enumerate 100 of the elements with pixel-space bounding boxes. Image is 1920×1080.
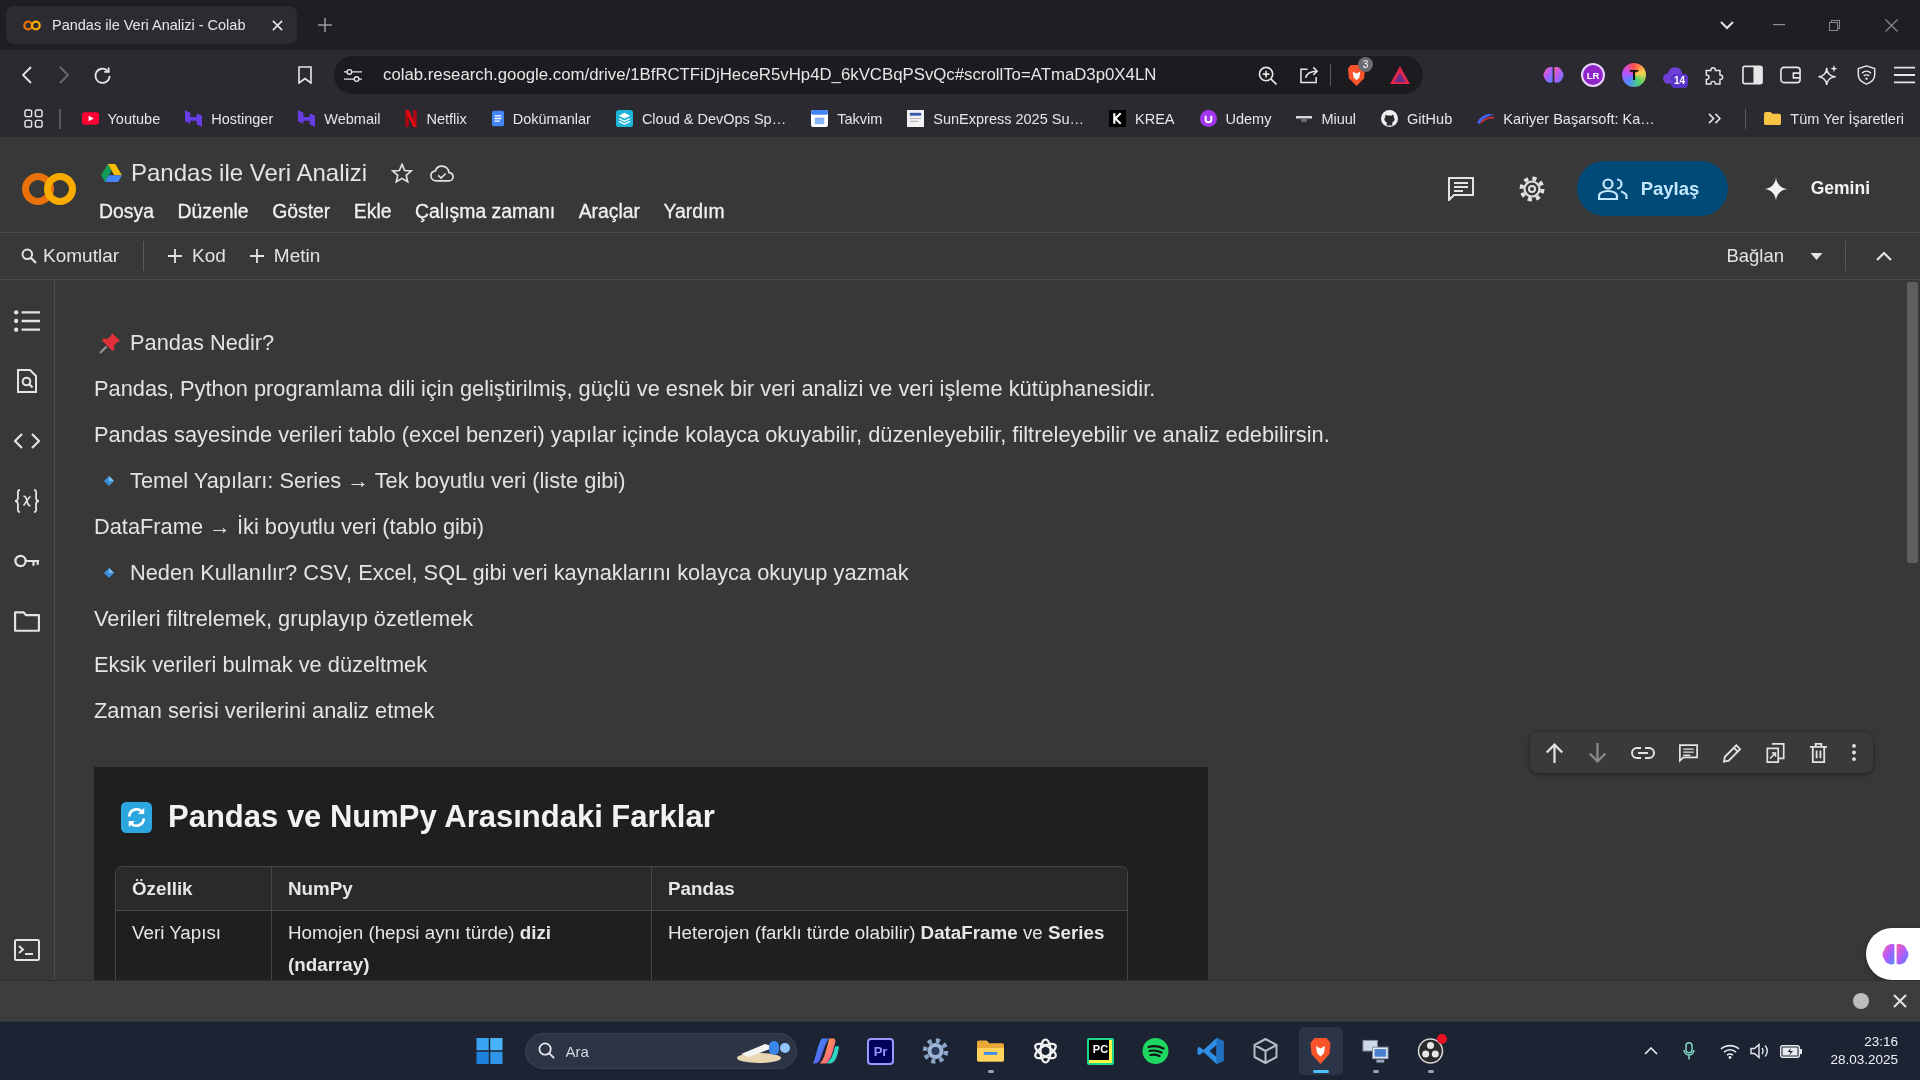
taskbar-app-button[interactable] bbox=[1298, 1027, 1343, 1075]
mirror-cell-icon[interactable] bbox=[1765, 742, 1785, 763]
bookmark-link[interactable]: Hostinger bbox=[185, 110, 274, 127]
chevron-up-icon[interactable] bbox=[1644, 1047, 1659, 1055]
star-icon[interactable] bbox=[391, 162, 414, 184]
bookmark-link[interactable]: Netflix bbox=[405, 110, 467, 127]
comment-icon[interactable] bbox=[1679, 742, 1699, 763]
shield-wifi-icon[interactable] bbox=[1856, 65, 1877, 85]
count-badge: 3 bbox=[1358, 56, 1373, 72]
people-icon bbox=[1597, 177, 1628, 200]
bookmark-link[interactable]: Youtube bbox=[81, 110, 161, 127]
pushpin-icon bbox=[99, 332, 121, 354]
share-icon[interactable] bbox=[1300, 66, 1319, 84]
zoom-in-icon[interactable] bbox=[1258, 65, 1277, 85]
notebook-title[interactable]: Pandas ile Veri Analizi bbox=[131, 159, 368, 187]
sparkle-icon bbox=[1763, 176, 1788, 201]
wallet-icon[interactable] bbox=[1780, 65, 1801, 85]
menu-item[interactable]: Göster bbox=[272, 199, 331, 223]
trash-icon[interactable] bbox=[1808, 742, 1828, 763]
gemini-button[interactable]: Gemini bbox=[1747, 161, 1886, 216]
add-text-button[interactable]: Metin bbox=[245, 241, 325, 271]
link-icon[interactable] bbox=[1631, 746, 1656, 759]
battery-charging-icon[interactable] bbox=[1780, 1044, 1803, 1058]
bookmark-link[interactable]: Udemy bbox=[1199, 110, 1272, 127]
document-search-icon[interactable] bbox=[14, 369, 40, 393]
bookmark-link[interactable]: KREA bbox=[1109, 110, 1175, 127]
waves-disc-icon bbox=[1142, 1038, 1169, 1064]
heading-text: Pandas Nedir? bbox=[130, 330, 275, 356]
floating-assistant-button[interactable] bbox=[1866, 928, 1920, 980]
bookmark-link[interactable]: Kariyer Başarsoft: Ka… bbox=[1477, 110, 1655, 127]
atom-icon bbox=[1032, 1038, 1059, 1064]
reload-icon[interactable] bbox=[93, 65, 112, 85]
brain-icon[interactable] bbox=[1543, 65, 1564, 85]
chevron-up-icon[interactable] bbox=[1876, 251, 1892, 261]
sidebar-icon[interactable] bbox=[1742, 65, 1763, 85]
commands-button[interactable]: Komutlar bbox=[17, 241, 124, 271]
microphone-icon[interactable] bbox=[1683, 1042, 1696, 1060]
brain-icon bbox=[1881, 942, 1909, 966]
scrollbar-thumb[interactable] bbox=[1907, 282, 1918, 563]
bookmark-link[interactable]: SunExpress 2025 Su… bbox=[907, 110, 1084, 127]
settings-icon[interactable] bbox=[1518, 175, 1545, 202]
minimize-icon[interactable] bbox=[1773, 24, 1785, 26]
caret-down-icon[interactable] bbox=[1810, 252, 1823, 260]
pencil-icon[interactable] bbox=[1722, 742, 1742, 763]
bookmark-link[interactable]: Dokümanlar bbox=[491, 110, 591, 127]
layers-icon bbox=[615, 110, 633, 127]
folder-icon[interactable] bbox=[14, 609, 40, 633]
cloud-icon[interactable] bbox=[430, 164, 455, 182]
cat-logo-icon bbox=[1381, 110, 1399, 127]
restore-icon[interactable] bbox=[1829, 19, 1840, 31]
address-field[interactable]: colab.research.google.com/drive/1BfRCTFiDjHeceR5vHp4D_6kVCBqPSvQc#scrollTo=ATmaD3p0X4LN bbox=[383, 65, 1258, 85]
menu-icon[interactable] bbox=[1894, 65, 1915, 85]
search-field[interactable]: Ara bbox=[524, 1033, 797, 1069]
comment-icon[interactable] bbox=[1447, 176, 1474, 201]
triangle-logo-icon[interactable] bbox=[1390, 66, 1410, 84]
taskbar-app-button[interactable]: PC bbox=[1078, 1027, 1123, 1075]
extension-button[interactable]: LR bbox=[1581, 63, 1605, 87]
close-icon[interactable] bbox=[1885, 18, 1898, 32]
variables-icon[interactable] bbox=[14, 489, 40, 513]
drive-triangle-icon[interactable] bbox=[101, 164, 122, 182]
clock-time[interactable]: 23:16 bbox=[1864, 1033, 1898, 1051]
bookmark-link[interactable]: Miuul bbox=[1296, 110, 1357, 127]
forward-icon[interactable] bbox=[59, 66, 69, 84]
browser-tab[interactable]: Pandas ile Veri Analizi - Colab bbox=[6, 6, 297, 44]
connect-button[interactable]: Bağlan bbox=[1722, 241, 1788, 271]
terminal-icon[interactable] bbox=[14, 938, 40, 962]
menu-item[interactable]: Düzenle bbox=[177, 199, 249, 223]
share-button[interactable]: Paylaş bbox=[1576, 161, 1728, 216]
rings-logo-icon[interactable] bbox=[21, 171, 77, 206]
back-icon[interactable] bbox=[22, 66, 32, 84]
speaker-icon[interactable] bbox=[1750, 1043, 1771, 1059]
bookmark-folder[interactable]: Tüm Yer İşaretleri bbox=[1764, 110, 1904, 127]
apps-grid-icon[interactable] bbox=[24, 109, 43, 128]
taskbar-app-button[interactable]: Pr bbox=[858, 1027, 903, 1075]
paragraph-text: Pandas, Python programlama dili için geliştirilmiş, güçlü ve esnek bir veri analizi ve veri işleme kütüphanesidir. bbox=[94, 376, 1156, 402]
bookmark-link[interactable]: Webmail bbox=[298, 110, 381, 127]
bookmark-icon[interactable] bbox=[298, 66, 312, 84]
arrow-up-icon[interactable] bbox=[1545, 742, 1564, 763]
tune-icon[interactable] bbox=[344, 67, 362, 83]
column-header: Pandas bbox=[651, 867, 1127, 911]
paragraph-text: Verileri filtrelemek, gruplayıp özetlemek bbox=[94, 606, 474, 632]
double-chevron-icon[interactable] bbox=[1707, 113, 1721, 124]
extension-button[interactable]: T bbox=[1622, 63, 1646, 87]
menu-item[interactable]: Çalışma zamanı bbox=[415, 199, 556, 223]
clock-date[interactable]: 28.03.2025 bbox=[1830, 1051, 1898, 1069]
more-vertical-icon[interactable] bbox=[1852, 744, 1856, 761]
bookmark-link[interactable]: GitHub bbox=[1381, 110, 1453, 127]
menu-item[interactable]: Araçlar bbox=[578, 199, 641, 223]
bookmark-link[interactable]: Takvim bbox=[811, 110, 883, 127]
add-code-button[interactable]: Kod bbox=[164, 241, 230, 271]
sparkle-icon[interactable] bbox=[1818, 65, 1839, 85]
menu-item[interactable]: Dosya bbox=[99, 199, 154, 223]
chevron-down-icon[interactable] bbox=[1720, 20, 1734, 30]
puzzle-icon[interactable] bbox=[1704, 65, 1725, 85]
plus-icon[interactable] bbox=[318, 18, 332, 32]
menu-item[interactable]: Ekle bbox=[353, 199, 392, 223]
bookmark-link[interactable]: Cloud & DevOps Sp… bbox=[615, 110, 787, 127]
list-icon[interactable] bbox=[14, 309, 40, 333]
menu-item[interactable]: Yardım bbox=[663, 199, 725, 223]
wifi-icon[interactable] bbox=[1720, 1043, 1741, 1059]
